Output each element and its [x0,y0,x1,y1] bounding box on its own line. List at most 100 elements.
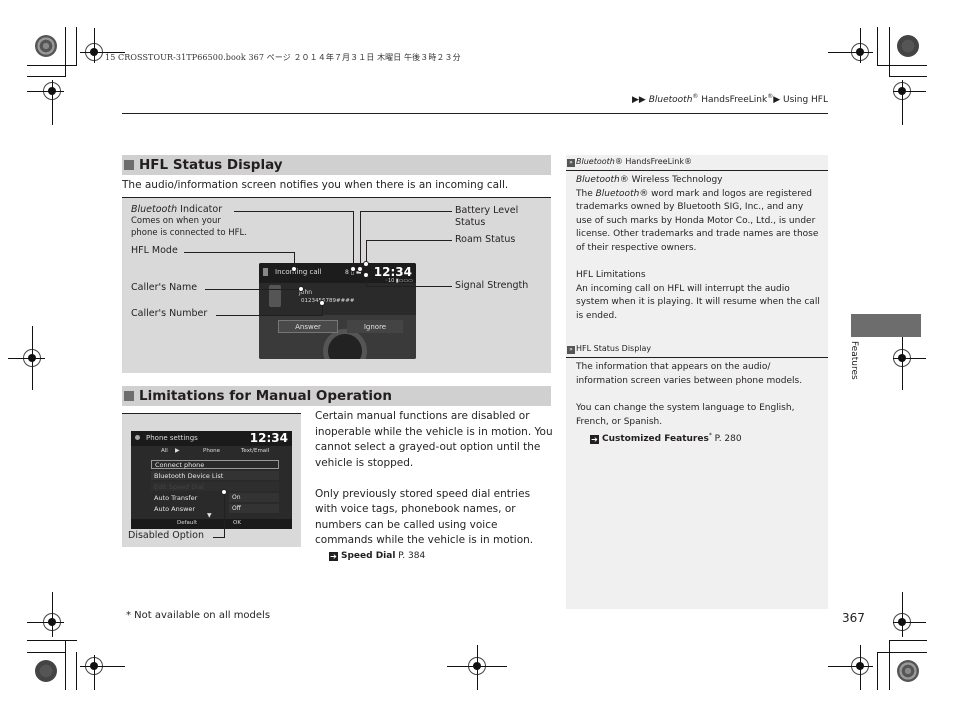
phone-icon [263,268,268,276]
breadcrumb-arrow-icon: ▶ [631,95,639,105]
hfl-limitations-para: An incoming call on HFL will interrupt t… [576,283,820,321]
figure-rule [122,413,301,414]
leader-line [224,494,225,538]
crop-mark [27,76,65,77]
limitations-body: Certain manual functions are disabled or… [315,409,555,565]
registration-rosette-bottom-left [35,660,57,682]
callout-dot [319,300,325,306]
sidebar-notes: » Bluetooth® HandsFreeLink® Bluetooth® Wi… [566,155,828,609]
registration-rosette-top-right [897,35,919,57]
registration-rosette-top-left [35,35,57,57]
crop-mark [477,645,478,690]
crop-mark [52,80,53,125]
default-button[interactable]: Default [177,520,197,526]
crop-mark [27,91,64,92]
crop-mark [889,27,890,77]
auto-answer-value: Off [229,504,279,513]
leader-line [366,286,452,287]
control-knob [323,329,367,359]
incoming-call-screen: Incoming call 8 ▯ ▬ 12:34 ◦10 ▮▭▭▭ John … [259,263,416,359]
crop-mark [27,622,64,623]
crop-mark [32,326,33,390]
hfl-status-para-1: The information that appears on the audi… [576,362,803,386]
crop-mark [65,640,66,690]
xref-speed-dial[interactable]: ➔ Speed Dial P. 384 [315,549,555,565]
limitations-paragraph-2: Only previously stored speed dial entrie… [315,487,534,547]
tab-all[interactable]: All [161,448,168,454]
tab-phone[interactable]: Phone [203,448,220,454]
callout-dot [298,286,304,292]
xref-customized-features[interactable]: ➔ Customized Features* P. 280 [576,429,820,447]
ignore-button[interactable]: Ignore [347,320,403,333]
settings-icon [135,435,140,440]
screen-title: Incoming call [275,268,322,276]
screen-time: 12:34 [373,265,412,279]
leader-line [205,289,300,290]
page-number: 367 [842,611,865,625]
callout-dot [291,266,297,272]
ok-button[interactable]: OK [233,520,241,526]
hfl-limitations-subhead: HFL Limitations [576,270,646,281]
leader-line [366,240,367,262]
caller-number: 0123456789#### [301,298,355,304]
auto-transfer-value: On [229,493,279,502]
crop-mark [877,27,878,65]
crop-mark [52,592,53,637]
crop-mark [8,358,45,359]
section-title: HFL Status Display [139,157,283,173]
registration-rosette-bottom-right [897,660,919,682]
sidebar-body-hfl-status: The information that appears on the audi… [566,358,828,447]
crop-mark [902,592,903,637]
callout-bluetooth-desc-2: phone is connected to HFL. [131,228,247,238]
menu-item-auto-answer[interactable]: Auto Answer [151,504,227,513]
crop-mark [76,27,77,65]
leader-line [216,315,323,316]
tab-text-email[interactable]: Text/Email [241,448,269,454]
section-tab-label: Features [849,341,859,380]
callout-hfl-mode: HFL Mode [131,245,178,256]
callout-disabled-option: Disabled Option [128,530,204,541]
hfl-status-para-2: You can change the system language to En… [576,402,795,427]
heading-square-icon [124,160,134,170]
header-rule [122,113,828,114]
breadcrumb-arrow-icon: ▶ [638,95,646,105]
menu-item-connect-phone[interactable]: Connect phone [151,460,279,469]
xref-arrow-icon: ➔ [329,552,338,561]
crop-mark [902,80,903,125]
breadcrumb-handsfreelink[interactable]: HandsFreeLink [698,95,767,105]
breadcrumb-bluetooth[interactable]: Bluetooth [649,95,693,105]
callout-dot [221,489,227,495]
crop-mark [860,28,861,63]
leader-line [360,211,361,268]
crop-mark [893,358,926,359]
limitations-paragraph-1: Certain manual functions are disabled or… [315,410,553,469]
answer-button[interactable]: Answer [278,320,338,333]
crop-mark [860,645,861,690]
callout-battery-level-1: Battery Level [455,205,519,216]
section-tab[interactable] [851,314,921,337]
callout-callers-number: Caller's Number [131,308,208,319]
crop-mark [94,655,95,690]
leader-line [360,211,452,212]
crop-mark [27,652,65,653]
crop-mark [80,666,125,667]
menu-item-bluetooth-device-list[interactable]: Bluetooth Device List [151,471,279,480]
footnote: * Not available on all models [126,610,271,621]
section-heading-limitations: Limitations for Manual Operation [122,386,551,406]
intro-text: The audio/information screen notifies yo… [122,179,509,191]
print-header: 15 CROSSTOUR-31TP66500.book 367 ページ ２０１４… [105,53,461,62]
crop-mark [828,52,873,53]
menu-item-auto-transfer[interactable]: Auto Transfer [151,493,227,502]
callout-battery-level-2: Status [455,217,486,228]
crop-mark [76,652,77,690]
crop-mark [893,91,926,92]
screen-title: Phone settings [146,434,198,442]
crop-mark [889,640,890,690]
crop-mark [877,65,927,66]
callout-dot [350,266,356,272]
sidebar-chevron-icon: » [567,159,575,167]
callout-roam-status: Roam Status [455,234,516,245]
tab-arrow-icon: ▶ [175,447,180,454]
crop-mark [889,640,927,641]
section-title: Limitations for Manual Operation [139,388,392,404]
